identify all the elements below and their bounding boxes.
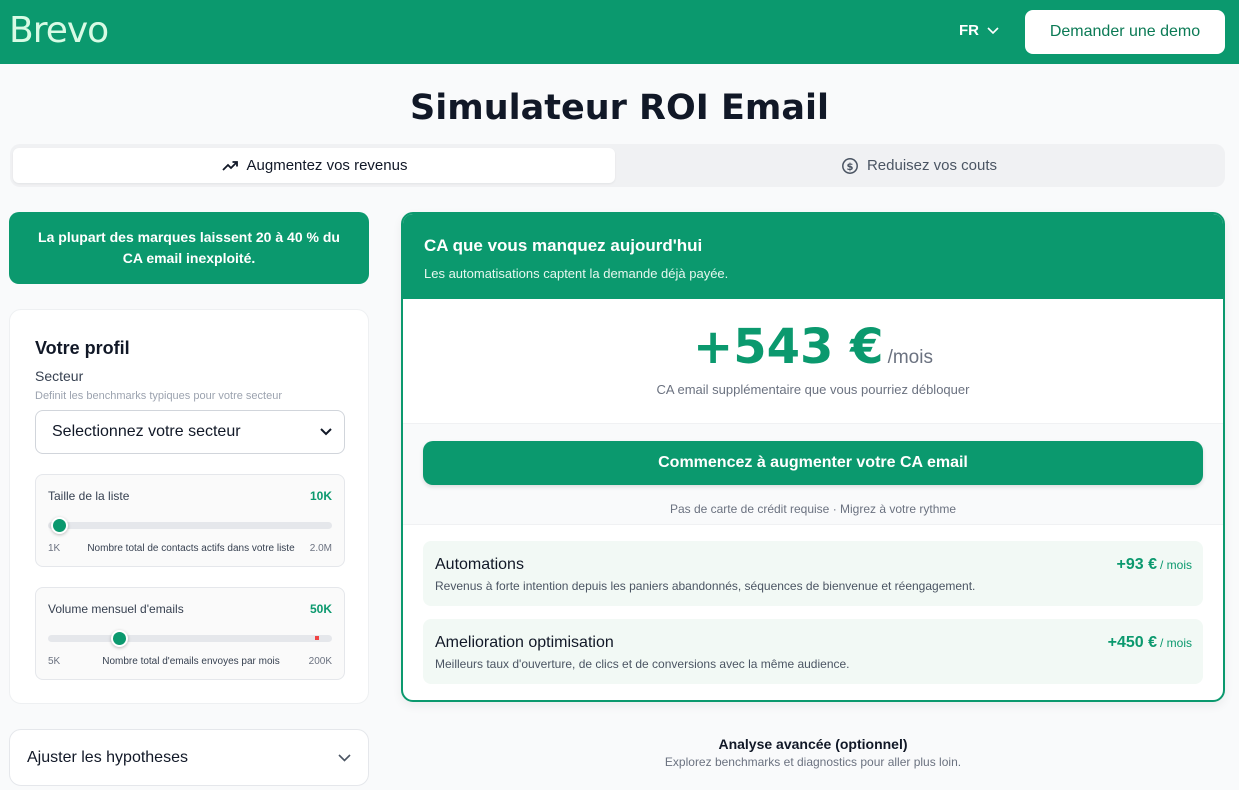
advanced-analysis-subtitle: Explorez benchmarks et diagnostics pour … [664,755,962,769]
row-unit: / mois [1159,558,1192,572]
profile-card: Votre profil Secteur Definit les benchma… [9,309,369,704]
svg-text:$: $ [846,161,853,172]
results-subtitle: Les automatisations captent la demande d… [424,266,729,281]
list-size-max: 2.0M [309,543,332,554]
row-amount: +450 € [1107,634,1157,651]
result-row-automations: Automations Revenus à forte intention de… [423,541,1203,606]
monthly-volume-label: Volume mensuel d'emails [48,602,184,616]
adjust-hypotheses-label: Ajuster les hypotheses [27,748,188,766]
amount-unit: /mois [887,347,933,368]
top-bar: Brevo FR Demander une demo [0,0,1239,64]
list-size-slider-handle[interactable] [51,517,69,534]
amount-description: CA email supplémentaire que vous pourrie… [656,382,970,397]
chevron-down-icon [320,428,332,436]
monthly-volume-track[interactable] [48,630,332,647]
results-header: CA que vous manquez aujourd'hui Les auto… [403,214,1223,299]
result-row-optimisation: Amelioration optimisation Meilleurs taux… [423,619,1203,684]
row-value: +93 € / mois [1117,556,1193,574]
dollar-circle-icon: $ [842,157,858,174]
monthly-volume-slider-box: Volume mensuel d'emails 50K 5K Nombre to… [35,587,345,680]
row-title: Amelioration optimisation [435,634,614,651]
tab-label: Augmentez vos revenus [246,157,408,174]
row-description: Revenus à forte intention depuis les pan… [435,579,976,593]
row-value: +450 € / mois [1108,634,1192,652]
list-size-value: 10K [309,489,332,503]
list-size-track[interactable] [48,517,332,534]
language-label: FR [959,22,979,39]
list-size-slider-box: Taille de la liste 10K 1K Nombre total d… [35,474,345,567]
mode-tabs: Augmentez vos revenus $ Reduisez vos cou… [10,144,1225,187]
tab-label: Reduisez vos couts [866,157,998,174]
cta-note: Pas de carte de crédit requise · Migrez … [669,502,957,516]
sector-help-text: Definit les benchmarks typiques pour vot… [35,390,283,402]
row-description: Meilleurs taux d'ouverture, de clics et … [435,657,850,671]
results-title: CA que vous manquez aujourd'hui [424,236,703,255]
trending-up-icon [221,160,238,171]
monthly-volume-value: 50K [309,602,332,616]
monthly-volume-max: 200K [308,656,332,667]
results-card: CA que vous manquez aujourd'hui Les auto… [401,212,1225,702]
language-selector[interactable]: FR [959,22,999,39]
page-title: Simulateur ROI Email [410,88,829,128]
results-amount: +543 €/mois [403,319,1223,375]
request-demo-button[interactable]: Demander une demo [1025,10,1225,54]
adjust-hypotheses-toggle[interactable]: Ajuster les hypotheses [9,729,369,786]
list-size-help: Nombre total de contacts actifs dans vot… [87,543,295,554]
row-unit: / mois [1159,636,1192,650]
list-size-label: Taille de la liste [48,489,130,503]
tab-increase-revenue[interactable]: Augmentez vos revenus [13,148,615,183]
insight-banner: La plupart des marques laissent 20 à 40 … [9,212,369,284]
cta-zone: Commencez à augmenter votre CA email Pas… [403,423,1223,525]
start-growing-button[interactable]: Commencez à augmenter votre CA email [423,441,1203,485]
sector-select[interactable]: Selectionnez votre secteur [35,410,345,454]
banner-text: La plupart des marques laissent 20 à 40 … [38,229,340,266]
sector-select-value: Selectionnez votre secteur [52,423,241,440]
chevron-down-icon [987,26,999,34]
row-amount: +93 € [1116,556,1157,573]
volume-limit-marker [314,636,319,640]
monthly-volume-help: Nombre total d'emails envoyes par mois [102,656,280,667]
sector-label: Secteur [35,368,84,384]
brand-logo[interactable]: Brevo [9,10,109,51]
tab-reduce-costs[interactable]: $ Reduisez vos couts [617,148,1221,183]
row-title: Automations [435,556,524,573]
amount-value: +543 € [693,319,884,375]
chevron-down-icon [338,753,351,762]
advanced-analysis-title[interactable]: Analyse avancée (optionnel) [401,736,1225,752]
monthly-volume-slider-handle[interactable] [111,630,128,647]
profile-title: Votre profil [35,338,130,358]
